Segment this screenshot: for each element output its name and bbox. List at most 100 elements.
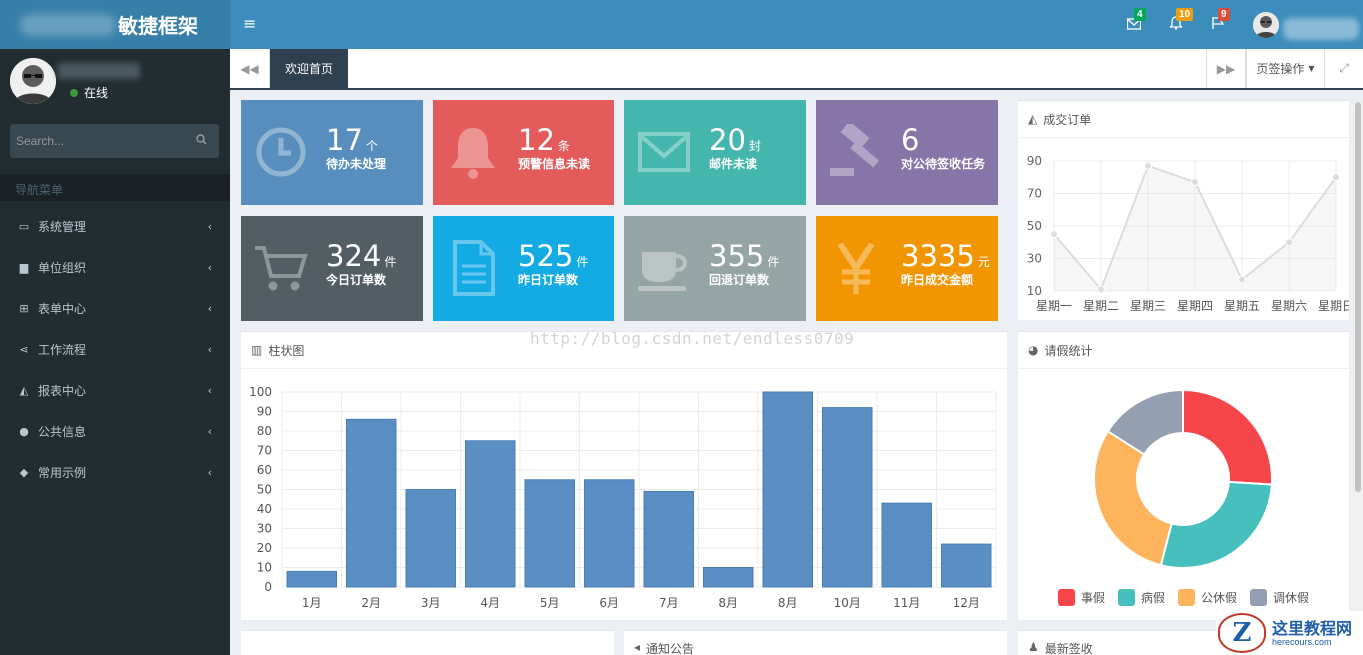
- stat-tile[interactable]: 17 个待办未处理: [241, 100, 423, 205]
- brand-title: 这里教程网: [1272, 619, 1353, 638]
- share-alt-icon: ⋖: [19, 343, 29, 356]
- line-chart: 10 30 50 70 90 星期一 星期二 星期三 星期四 星期五 星期六 星期日: [1027, 154, 1354, 313]
- forward-icon: ▶▶: [1216, 61, 1236, 76]
- user-name-blurred[interactable]: [1283, 18, 1359, 40]
- tile-label: 对公待签收任务: [901, 157, 986, 171]
- gavel-icon: [828, 121, 884, 180]
- data-point: [1191, 178, 1199, 187]
- stat-tile[interactable]: 6 对公待签收任务: [816, 100, 998, 205]
- x-tick-label: 星期三: [1130, 299, 1166, 313]
- user-name-blurred: [58, 63, 140, 79]
- cubes-icon: ▆: [19, 261, 29, 274]
- tab-home[interactable]: 欢迎首页: [270, 49, 348, 88]
- x-tick-label: 7月: [659, 596, 679, 610]
- scrollbar-thumb[interactable]: [1355, 102, 1361, 492]
- tile-label: 昨日成交金额: [901, 273, 974, 287]
- site-brand: Z 这里教程网 herecours.com: [1216, 611, 1363, 655]
- x-tick-label: 11月: [893, 596, 920, 610]
- watermark: http://blog.csdn.net/endless0709: [530, 329, 855, 348]
- sidebar-item-organization[interactable]: ▆ 单位组织 ‹: [0, 247, 230, 288]
- stat-tile[interactable]: 3335 元昨日成交金额: [816, 216, 998, 321]
- tile-unit: 件: [767, 255, 780, 269]
- caret-down-icon: ▼: [1308, 64, 1315, 73]
- chevron-left-icon: ‹: [207, 425, 212, 438]
- sidebar-item-public-info[interactable]: ● 公共信息 ‹: [0, 411, 230, 452]
- user-icon: ♟: [1028, 640, 1039, 654]
- globe-icon: ●: [19, 425, 29, 438]
- chevron-left-icon: ‹: [207, 302, 212, 315]
- flag-icon[interactable]: 9: [1211, 8, 1230, 34]
- sidebar-item-system[interactable]: ▭ 系统管理 ‹: [0, 206, 230, 247]
- bar-chart-panel: ▥ 柱状图 0 10 20 30 40 50 60 70 80 90 100 1月 2月 3月 4月 5月 6月 7…: [241, 331, 1007, 620]
- clock-icon: [253, 124, 309, 180]
- y-tick-label: 50: [257, 483, 272, 497]
- legend-label: 事假: [1081, 591, 1105, 605]
- bar: [822, 407, 873, 588]
- stat-tile[interactable]: 355 件回退订单数: [624, 216, 806, 321]
- table-icon: ⊞: [19, 302, 29, 315]
- bar: [286, 570, 337, 588]
- tile-unit: 条: [557, 139, 570, 153]
- envelope-icon: [636, 124, 692, 180]
- top-avatar[interactable]: [1253, 12, 1279, 38]
- bar: [405, 489, 456, 588]
- chevron-left-icon: ‹: [207, 220, 212, 233]
- app-logo[interactable]: 敏捷框架: [0, 0, 230, 49]
- y-tick-label: 80: [257, 424, 272, 438]
- tab-scroll-right-button[interactable]: ▶▶: [1206, 49, 1246, 88]
- app-title: 敏捷框架: [118, 14, 198, 38]
- bars-icon[interactable]: ≡: [243, 14, 256, 33]
- bar: [465, 440, 516, 588]
- y-tick-label: 90: [1027, 154, 1042, 168]
- tab-scroll-left-button[interactable]: ◀◀: [230, 49, 270, 88]
- line-chart-panel: ◭ 成交订单 10 30 50 70 90 星期一 星期二 星期三 星期四 星期五 星期六 星期日: [1018, 100, 1354, 320]
- data-point: [1050, 230, 1058, 239]
- y-tick-label: 100: [249, 385, 272, 399]
- stat-tile[interactable]: 20 封邮件未读: [624, 100, 806, 205]
- stat-tile[interactable]: 324 件今日订单数: [241, 216, 423, 321]
- pie-chart-panel: ◕ 请假统计 事假 病假 公休假 调休假: [1018, 331, 1349, 620]
- tile-label: 预警信息未读: [518, 157, 591, 171]
- bullhorn-icon: ◂: [634, 640, 641, 654]
- latest-title: 最新签收: [1044, 642, 1093, 655]
- file-text-icon: [445, 240, 501, 296]
- data-point: [1238, 275, 1246, 284]
- x-tick-label: 星期四: [1177, 299, 1213, 313]
- stat-tile[interactable]: 525 件昨日订单数: [433, 216, 614, 321]
- y-tick-label: 30: [257, 522, 272, 536]
- mail-count-badge: 4: [1134, 8, 1146, 21]
- chevron-left-icon: ‹: [207, 343, 212, 356]
- y-tick-label: 10: [257, 561, 272, 575]
- sidebar-item-examples[interactable]: ◆ 常用示例 ‹: [0, 452, 230, 493]
- data-point: [1332, 173, 1340, 182]
- brand-url: herecours.com: [1272, 637, 1332, 647]
- x-tick-label: 8月: [718, 596, 738, 610]
- area-chart-icon: ◭: [1028, 112, 1038, 126]
- stat-tile[interactable]: 12 条预警信息未读: [433, 100, 614, 205]
- legend-swatch: [1250, 589, 1267, 606]
- bell-icon[interactable]: 10: [1169, 8, 1194, 34]
- status-label: 在线: [84, 86, 109, 100]
- scrollbar[interactable]: [1354, 100, 1363, 655]
- fullscreen-button[interactable]: ⤢: [1324, 49, 1363, 88]
- envelope-icon[interactable]: 4: [1126, 8, 1146, 34]
- search-icon[interactable]: [196, 134, 207, 148]
- pie-slice: [1093, 429, 1173, 567]
- tags-icon: ◆: [19, 466, 29, 479]
- chevron-left-icon: ‹: [207, 384, 212, 397]
- x-tick-label: 星期六: [1271, 299, 1307, 313]
- brand-logo: Z: [1218, 613, 1266, 653]
- bar: [346, 418, 397, 588]
- legend-swatch: [1058, 589, 1075, 606]
- tab-operations-dropdown[interactable]: 页签操作 ▼: [1246, 49, 1324, 88]
- sidebar-item-workflow[interactable]: ⋖ 工作流程 ‹: [0, 329, 230, 370]
- x-tick-label: 6月: [599, 596, 619, 610]
- bar: [941, 543, 992, 588]
- sidebar-item-forms[interactable]: ⊞ 表单中心 ‹: [0, 288, 230, 329]
- tile-label: 回退订单数: [709, 273, 770, 287]
- sidebar-item-reports[interactable]: ◭ 报表中心 ‹: [0, 370, 230, 411]
- search-input[interactable]: [10, 124, 190, 158]
- nav-header: 导航菜单: [0, 174, 230, 201]
- task-count-badge: 9: [1218, 8, 1230, 21]
- x-tick-label: 2月: [361, 596, 381, 610]
